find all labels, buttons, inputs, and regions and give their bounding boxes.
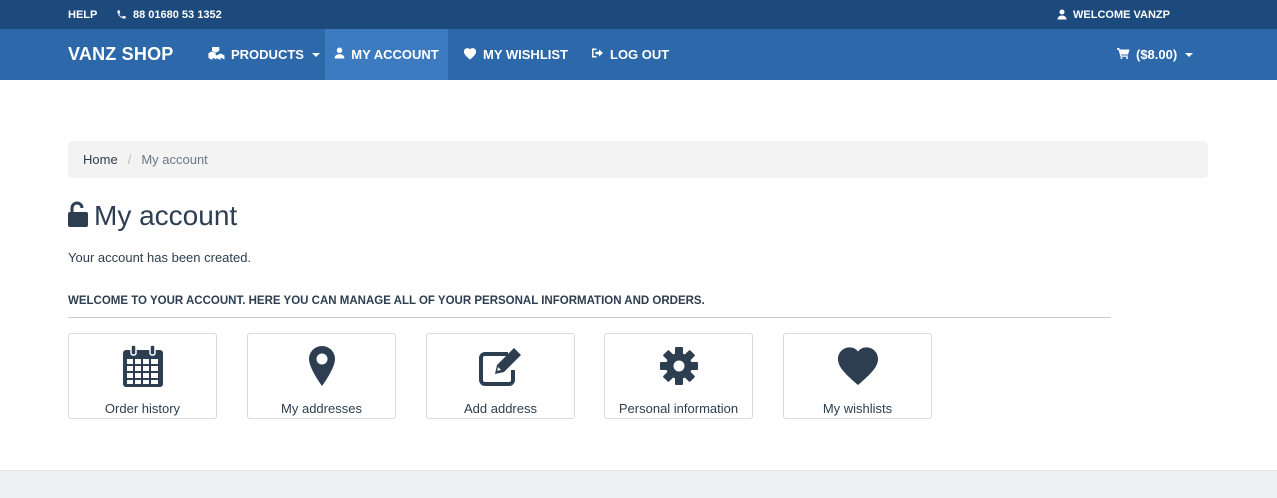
account-created-message: Your account has been created. — [68, 250, 252, 265]
tile-my-wishlists-label: My wishlists — [822, 401, 893, 416]
gear-icon — [605, 344, 752, 388]
nav-products-label: PRODUCTS — [231, 47, 304, 62]
nav-my-wishlist[interactable]: MY WISHLIST — [463, 29, 568, 80]
nav-my-account[interactable]: MY ACCOUNT — [325, 29, 448, 80]
help-link[interactable]: HELP — [68, 0, 97, 29]
tile-order-history-label: Order history — [104, 401, 181, 416]
unlock-icon — [68, 201, 88, 232]
edit-icon — [427, 344, 574, 388]
tile-order-history[interactable]: Order history — [68, 333, 217, 419]
page-title: My account — [94, 200, 238, 231]
brand-logo[interactable]: VANZ SHOP — [68, 29, 173, 80]
nav-my-account-label: MY ACCOUNT — [351, 47, 439, 62]
phone-number-text: 88 01680 53 1352 — [133, 8, 222, 21]
tile-personal-information-label: Personal information — [618, 401, 739, 416]
heart-icon — [463, 47, 477, 63]
help-label: HELP — [68, 8, 98, 21]
sign-out-icon — [591, 47, 604, 62]
breadcrumb-separator: / — [127, 152, 132, 167]
cart-total: ($8.00) — [1136, 47, 1178, 62]
breadcrumb-current: My account — [141, 152, 208, 167]
phone-number: 88 01680 53 1352 — [116, 0, 222, 29]
breadcrumb: Home / My account — [68, 141, 1208, 178]
welcome-text: WELCOME VANZP — [1073, 8, 1170, 21]
calendar-icon — [69, 344, 216, 388]
account-welcome-text: WELCOME TO YOUR ACCOUNT. HERE YOU CAN MA… — [68, 295, 1111, 318]
chevron-down-icon — [1185, 52, 1194, 57]
cubes-icon — [208, 45, 225, 63]
chevron-down-icon — [311, 52, 320, 57]
brand-name: VANZ SHOP — [68, 44, 174, 64]
main-navbar: VANZ SHOP PRODUCTS MY ACCOUNT MY WISHLIS… — [0, 29, 1277, 80]
phone-icon — [116, 9, 127, 20]
nav-my-wishlist-label: MY WISHLIST — [483, 47, 568, 62]
tile-my-addresses-label: My addresses — [281, 401, 362, 416]
tile-personal-information[interactable]: Personal information — [604, 333, 753, 419]
top-bar: HELP 88 01680 53 1352 WELCOME VANZP — [0, 0, 1277, 29]
tile-add-address-label: Add address — [464, 401, 537, 416]
heart-icon — [784, 344, 931, 388]
tile-my-addresses[interactable]: My addresses — [247, 333, 396, 419]
tile-my-wishlists[interactable]: My wishlists — [783, 333, 932, 419]
user-icon — [1057, 9, 1067, 20]
nav-log-out-label: LOG OUT — [610, 47, 670, 62]
page-heading: My account — [68, 198, 237, 234]
footer — [0, 470, 1277, 498]
breadcrumb-home[interactable]: Home — [83, 152, 118, 167]
nav-log-out[interactable]: LOG OUT — [591, 29, 669, 80]
tile-add-address[interactable]: Add address — [426, 333, 575, 419]
welcome-user[interactable]: WELCOME VANZP — [1057, 0, 1170, 29]
nav-products[interactable]: PRODUCTS — [208, 29, 320, 80]
cart-dropdown[interactable]: ($8.00) — [1117, 29, 1194, 80]
user-icon — [334, 47, 345, 62]
shopping-cart-icon — [1117, 47, 1130, 62]
map-marker-icon — [248, 344, 395, 388]
